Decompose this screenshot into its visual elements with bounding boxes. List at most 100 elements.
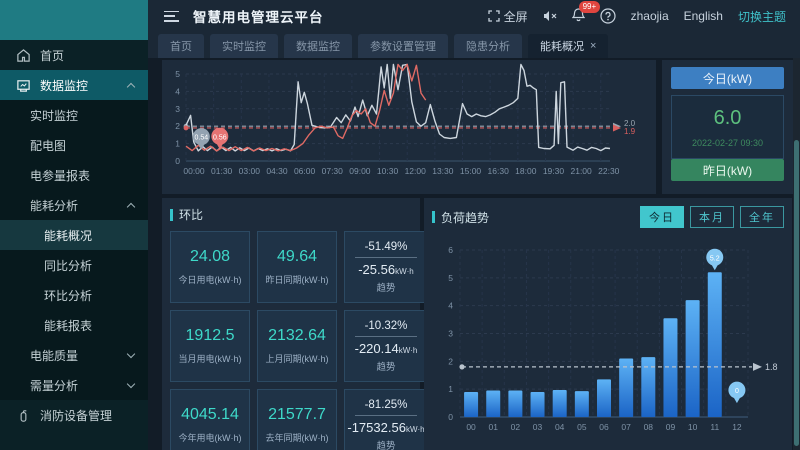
title-tick-icon: [170, 209, 173, 221]
svg-text:19:30: 19:30: [543, 166, 565, 176]
stat-card-last-year-usage: 21577.7 去年同期(kW·h): [257, 389, 337, 450]
sidebar-item-fire-equipment[interactable]: 消防设备管理: [0, 400, 148, 430]
sidebar-item-energy-analysis[interactable]: 能耗分析: [0, 190, 148, 220]
tab-energy-overview[interactable]: 能耗概况 ×: [528, 34, 608, 58]
svg-text:13:30: 13:30: [432, 166, 454, 176]
mute-icon[interactable]: [543, 10, 557, 22]
svg-text:16:30: 16:30: [488, 166, 510, 176]
tab-hazard-analysis[interactable]: 隐患分析: [454, 34, 522, 58]
svg-text:0.54: 0.54: [195, 135, 209, 142]
language-switch[interactable]: English: [684, 9, 723, 23]
scrollbar-thumb[interactable]: [794, 140, 799, 446]
sidebar-item-home[interactable]: 首页: [0, 40, 148, 70]
svg-text:08: 08: [644, 422, 654, 432]
range-button-today[interactable]: 今日: [640, 206, 684, 228]
sidebar-item-data-monitor[interactable]: 数据监控: [0, 70, 148, 100]
app-root: 首页 数据监控 实时监控 配电图 电参量报表 能耗分析: [0, 0, 800, 450]
svg-text:2: 2: [175, 121, 180, 131]
svg-text:09:00: 09:00: [349, 166, 371, 176]
content-area: 01234500:0001:3003:0004:3006:0007:3009:0…: [148, 58, 800, 450]
svg-text:03: 03: [533, 422, 543, 432]
vertical-scrollbar[interactable]: [793, 58, 800, 450]
sidebar-item-realtime-monitor[interactable]: 实时监控: [0, 100, 148, 130]
tab-close-icon[interactable]: ×: [590, 40, 596, 52]
svg-text:22:30: 22:30: [598, 166, 620, 176]
today-kw-button[interactable]: 今日(kW): [671, 67, 784, 89]
tab-data-monitor[interactable]: 数据监控: [284, 34, 352, 58]
stat-card-month-usage: 1912.5 当月用电(kW·h): [170, 310, 250, 382]
svg-text:03:00: 03:00: [239, 166, 261, 176]
notifications-button[interactable]: 99+: [572, 8, 585, 25]
load-timestamp: 2022-02-27 09:30: [692, 138, 763, 148]
top-header: 智慧用电管理云平台 全屏 99+ zhaojia English 切换主题: [148, 0, 800, 32]
svg-text:12: 12: [732, 422, 742, 432]
svg-text:00:00: 00:00: [183, 166, 205, 176]
sidebar-item-label: 电参量报表: [30, 167, 90, 184]
range-button-year[interactable]: 全年: [740, 206, 784, 228]
svg-text:5: 5: [175, 69, 180, 79]
collapse-menu-icon[interactable]: [164, 11, 179, 22]
sidebar-item-yoy-analysis[interactable]: 同比分析: [0, 250, 148, 280]
svg-text:09: 09: [666, 422, 676, 432]
svg-text:1: 1: [448, 384, 453, 394]
load-trend-chart: 0123456000102030405060708091011121.85.20: [432, 232, 784, 450]
load-trend-panel: 负荷趋势 今日 本月 全年 01234560001020304050607080…: [424, 198, 792, 450]
avatar[interactable]: [600, 8, 616, 24]
username[interactable]: zhaojia: [631, 9, 669, 23]
svg-text:0: 0: [448, 412, 453, 422]
sidebar-item-label: 消防设备管理: [40, 407, 112, 424]
sidebar-item-energy-overview[interactable]: 能耗概况: [0, 220, 148, 250]
svg-text:10: 10: [688, 422, 698, 432]
svg-text:12:00: 12:00: [405, 166, 427, 176]
sidebar-item-energy-report[interactable]: 能耗报表: [0, 310, 148, 340]
theme-toggle-link[interactable]: 切换主题: [738, 8, 786, 25]
range-button-month[interactable]: 本月: [690, 206, 734, 228]
yesterday-kw-button[interactable]: 昨日(kW): [671, 159, 784, 181]
svg-text:07:30: 07:30: [322, 166, 344, 176]
sidebar-item-demand-analysis[interactable]: 需量分析: [0, 370, 148, 400]
sidebar-item-parameter-report[interactable]: 电参量报表: [0, 160, 148, 190]
chevron-up-icon: [127, 82, 135, 90]
sidebar-item-label: 环比分析: [44, 287, 92, 304]
sidebar-item-label: 需量分析: [30, 377, 78, 394]
stat-card-month-trend: -10.32% -220.14kW·h 趋势: [344, 310, 428, 382]
svg-text:05: 05: [577, 422, 587, 432]
stat-card-day-trend: -51.49% -25.56kW·h 趋势: [344, 231, 428, 303]
svg-text:3: 3: [448, 329, 453, 339]
sidebar-item-distribution-map[interactable]: 配电图: [0, 130, 148, 160]
sidebar-item-mom-analysis[interactable]: 环比分析: [0, 280, 148, 310]
svg-text:2: 2: [448, 356, 453, 366]
power-curve-chart: 01234500:0001:3003:0004:3006:0007:3009:0…: [162, 60, 654, 192]
header-actions: 全屏 99+ zhaojia English 切换主题: [488, 8, 786, 25]
sidebar-item-label: 能耗分析: [30, 197, 78, 214]
fullscreen-button[interactable]: 全屏: [488, 8, 528, 25]
load-stat-panel: 今日(kW) 6.0 2022-02-27 09:30 昨日(kW): [662, 60, 793, 194]
svg-text:1: 1: [175, 139, 180, 149]
data-monitor-icon: [16, 78, 31, 93]
load-value-box: 6.0 2022-02-27 09:30: [671, 95, 784, 159]
svg-text:06:00: 06:00: [294, 166, 316, 176]
app-title: 智慧用电管理云平台: [193, 6, 324, 26]
svg-text:07: 07: [621, 422, 631, 432]
huanbi-title: 环比: [170, 206, 414, 223]
svg-text:0.56: 0.56: [213, 134, 227, 141]
tab-parameter-settings[interactable]: 参数设置管理: [358, 34, 448, 58]
tab-realtime-monitor[interactable]: 实时监控: [210, 34, 278, 58]
fullscreen-label: 全屏: [504, 8, 528, 25]
sidebar-item-power-quality[interactable]: 电能质量: [0, 340, 148, 370]
svg-text:0: 0: [175, 156, 180, 166]
svg-text:18:00: 18:00: [515, 166, 537, 176]
svg-text:21:00: 21:00: [570, 166, 592, 176]
range-buttons: 今日 本月 全年: [640, 206, 784, 228]
svg-text:00: 00: [466, 422, 476, 432]
tab-home[interactable]: 首页: [158, 34, 204, 58]
sidebar-nav: 首页 数据监控 实时监控 配电图 电参量报表 能耗分析: [0, 40, 148, 450]
sidebar: 首页 数据监控 实时监控 配电图 电参量报表 能耗分析: [0, 0, 148, 450]
svg-text:10:30: 10:30: [377, 166, 399, 176]
stat-card-year-usage: 4045.14 今年用电(kW·h): [170, 389, 250, 450]
sidebar-item-label: 能耗报表: [44, 317, 92, 334]
svg-text:15:00: 15:00: [460, 166, 482, 176]
chevron-down-icon: [127, 350, 135, 358]
huanbi-panel: 环比 24.08 今日用电(kW·h) 49.64 昨日同期(kW·h) -51…: [162, 198, 420, 450]
svg-text:04:30: 04:30: [266, 166, 288, 176]
